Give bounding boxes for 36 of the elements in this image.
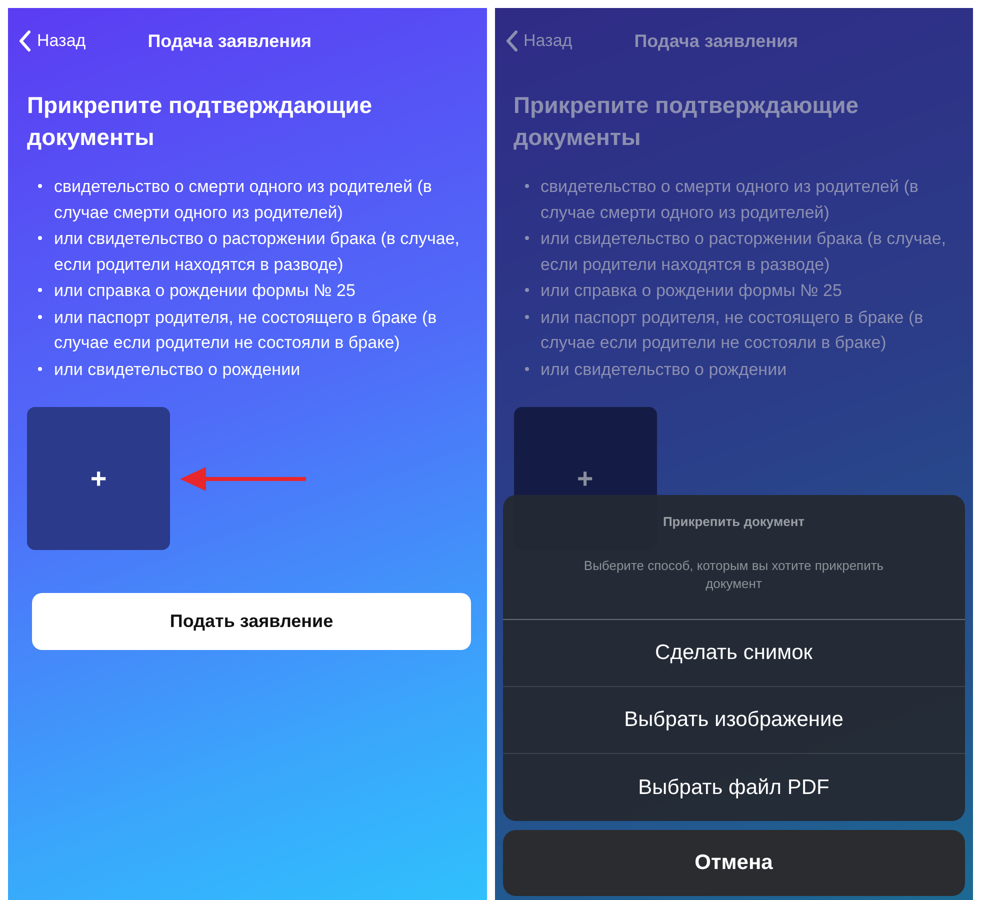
- bullet-icon: [524, 236, 528, 240]
- document-item: или справка о рождении формы № 25: [540, 280, 843, 302]
- bullet-icon: [38, 314, 42, 318]
- submit-button[interactable]: Подать заявление: [32, 593, 471, 650]
- document-item: свидетельство о смерти одного из родителей (в случае смерти одного из родителей): [540, 176, 920, 224]
- bullet-icon: [38, 184, 42, 188]
- screen-title: Подача заявления: [634, 30, 798, 52]
- document-item: или паспорт родителя, не состоящего в браке (в случае если родители не состояли в браке): [540, 306, 924, 354]
- sheet-option[interactable]: Выбрать изображение: [502, 687, 965, 754]
- document-item: или свидетельство о расторжении брака (в случае, если родители находятся в разводе): [540, 228, 948, 276]
- back-chevron-icon: [19, 30, 31, 52]
- bullet-icon: [38, 236, 42, 240]
- document-item: или свидетельство о расторжении брака (в случае, если родители находятся в разводе): [54, 228, 461, 276]
- document-item: или свидетельство о рождении: [540, 358, 788, 380]
- back-chevron-icon: [506, 30, 518, 52]
- bullet-icon: [38, 366, 42, 370]
- document-item: или справка о рождении формы № 25: [54, 280, 356, 302]
- cancel-button[interactable]: Отмена: [502, 830, 965, 896]
- document-item: свидетельство о смерти одного из родителей (в случае смерти одного из родителей): [54, 176, 433, 224]
- add-document-button[interactable]: +: [27, 407, 170, 550]
- back-button[interactable]: Назад: [506, 30, 572, 52]
- bullet-icon: [38, 288, 42, 292]
- page-heading: Прикрепите подтверждающие документы: [514, 91, 860, 152]
- bullet-icon: [524, 366, 528, 370]
- bullet-icon: [524, 288, 528, 292]
- back-button[interactable]: Назад: [19, 30, 86, 52]
- screen-title: Подача заявления: [148, 30, 312, 52]
- sheet-option[interactable]: Сделать снимок: [502, 620, 965, 687]
- bullet-icon: [524, 184, 528, 188]
- document-item: или свидетельство о рождении: [54, 358, 302, 380]
- sheet-title: Прикрепить документ: [662, 514, 806, 529]
- sheet-option[interactable]: Выбрать файл PDF: [502, 754, 965, 821]
- sheet-message: Выберите способ, которым вы хотите прикрепить документ: [582, 557, 885, 593]
- document-item: или паспорт родителя, не состоящего в браке (в случае если родители не состояли в браке): [54, 306, 438, 354]
- bullet-icon: [524, 314, 528, 318]
- page-heading: Прикрепите подтверждающие документы: [27, 91, 374, 152]
